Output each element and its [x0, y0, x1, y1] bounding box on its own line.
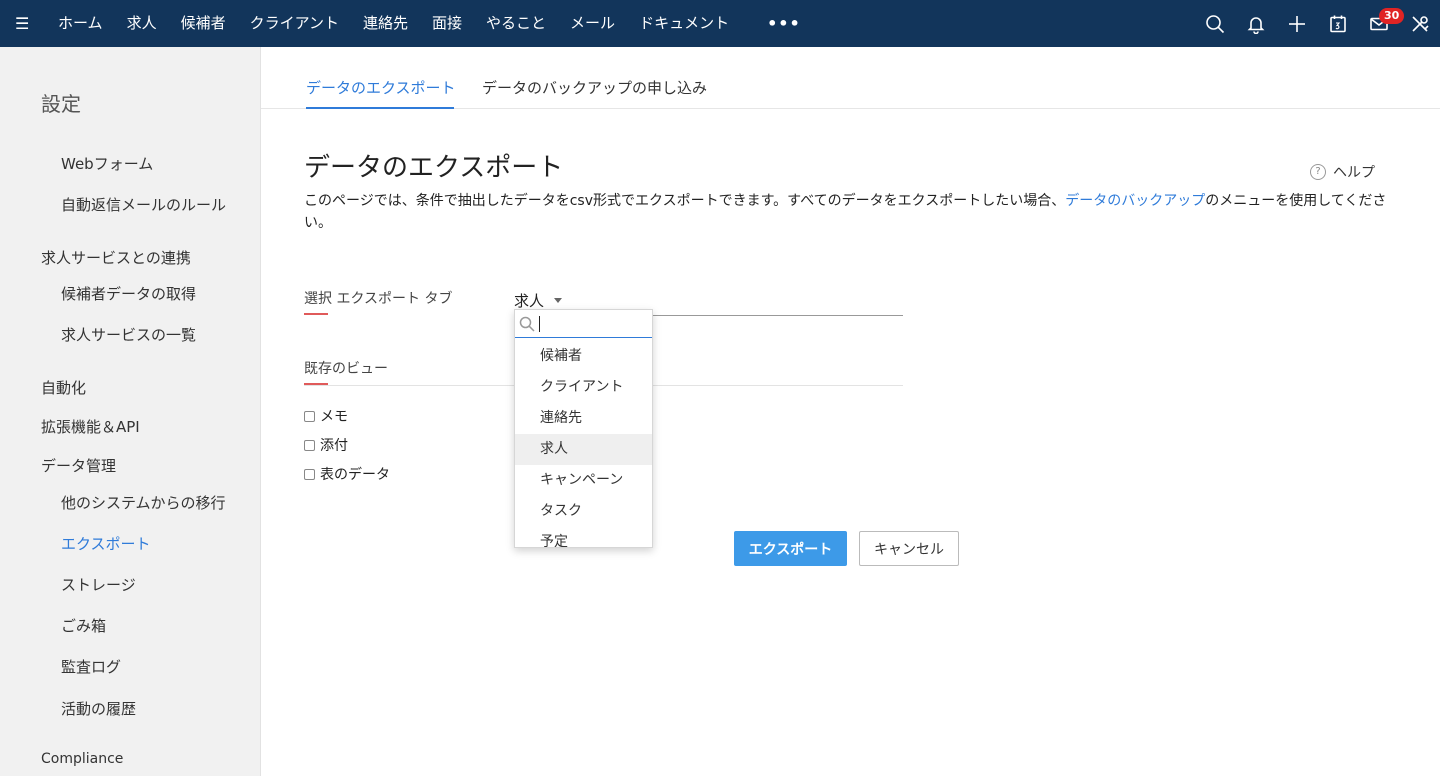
sidebar-item-audit-log[interactable]: 監査ログ — [61, 656, 121, 677]
settings-tools-icon[interactable] — [1399, 0, 1440, 47]
sidebar-section-extensions-api[interactable]: 拡張機能＆API — [41, 416, 140, 437]
checkbox-label: 添付 — [320, 438, 348, 454]
export-button[interactable]: エクスポート — [734, 531, 847, 566]
dropdown-search-input[interactable] — [544, 312, 644, 335]
help-icon: ? — [1310, 164, 1326, 180]
bell-icon[interactable] — [1235, 0, 1276, 47]
search-icon — [519, 316, 535, 332]
nav-item-contacts[interactable]: 連絡先 — [351, 0, 420, 47]
main-nav: ホーム 求人 候補者 クライアント 連絡先 面接 やること メール ドキュメント… — [46, 0, 817, 47]
page-description: このページでは、条件で抽出したデータをcsv形式でエクスポートできます。すべての… — [304, 190, 1414, 234]
checkbox-attachments[interactable]: 添付 — [304, 435, 348, 455]
search-icon[interactable] — [1194, 0, 1235, 47]
text-cursor — [539, 315, 540, 332]
checkbox-table-data[interactable]: 表のデータ — [304, 464, 390, 484]
plus-icon[interactable] — [1276, 0, 1317, 47]
dropdown-option-events[interactable]: 予定 — [515, 527, 652, 547]
page-tabs: データのエクスポート データのバックアップの申し込み — [261, 47, 1440, 109]
mail-icon[interactable]: 30 — [1358, 0, 1405, 47]
help-link[interactable]: ? ヘルプ — [1310, 162, 1375, 182]
checkbox-box[interactable] — [304, 468, 315, 480]
checkbox-label: メモ — [320, 409, 348, 425]
nav-item-mail[interactable]: メール — [558, 0, 627, 47]
sidebar-item-webform[interactable]: Webフォーム — [61, 153, 153, 174]
required-indicator — [304, 313, 328, 315]
dropdown-option-jobs[interactable]: 求人 — [515, 434, 652, 465]
tab-data-export[interactable]: データのエクスポート — [306, 77, 456, 98]
description-text-before: このページでは、条件で抽出したデータをcsv形式でエクスポートできます。すべての… — [304, 193, 1066, 209]
export-tab-selected-value: 求人 — [514, 292, 545, 310]
settings-sidebar: 設定 Webフォーム 自動返信メールのルール 求人サービスとの連携 候補者データ… — [0, 47, 261, 776]
sidebar-section-data-management[interactable]: データ管理 — [41, 455, 116, 476]
dropdown-option-contacts[interactable]: 連絡先 — [515, 403, 652, 434]
top-icons: 30 — [1194, 0, 1440, 47]
dropdown-option-candidates[interactable]: 候補者 — [515, 341, 652, 372]
sidebar-item-activity-history[interactable]: 活動の履歴 — [61, 698, 136, 719]
page-title: データのエクスポート — [304, 153, 564, 183]
nav-item-clients[interactable]: クライアント — [238, 0, 351, 47]
dropdown-option-tasks[interactable]: タスク — [515, 496, 652, 527]
dropdown-search — [515, 310, 652, 338]
sidebar-section-automation[interactable]: 自動化 — [41, 377, 86, 398]
sidebar-section-compliance[interactable]: Compliance — [41, 751, 123, 767]
export-tab-select[interactable]: 求人 — [514, 290, 563, 311]
sidebar-section-job-integration[interactable]: 求人サービスとの連携 — [41, 247, 191, 268]
caret-down-icon — [554, 298, 563, 303]
existing-view-label: 既存のビュー — [304, 361, 388, 377]
sidebar-title: 設定 — [41, 92, 81, 116]
dropdown-option-campaigns[interactable]: キャンペーン — [515, 465, 652, 496]
sidebar-item-candidate-import[interactable]: 候補者データの取得 — [61, 283, 196, 304]
sidebar-item-export[interactable]: エクスポート — [61, 533, 151, 554]
tab-backup-request[interactable]: データのバックアップの申し込み — [482, 77, 707, 98]
active-tab-indicator — [306, 107, 454, 109]
top-navigation-bar: ☰ ホーム 求人 候補者 クライアント 連絡先 面接 やること メール ドキュメ… — [0, 0, 1440, 47]
help-label: ヘルプ — [1333, 165, 1375, 181]
more-menu-icon[interactable]: ••• — [741, 14, 817, 33]
sidebar-item-migration[interactable]: 他のシステムからの移行 — [61, 492, 226, 513]
export-tab-dropdown: 候補者 クライアント 連絡先 求人 キャンペーン タスク 予定 — [514, 309, 653, 548]
checkbox-box[interactable] — [304, 410, 315, 422]
nav-item-home[interactable]: ホーム — [46, 0, 115, 47]
calendar-icon[interactable] — [1317, 0, 1358, 47]
nav-item-candidates[interactable]: 候補者 — [169, 0, 238, 47]
sidebar-item-auto-reply-rules[interactable]: 自動返信メールのルール — [61, 194, 226, 215]
export-tab-label: 選択 エクスポート タブ — [304, 291, 453, 307]
nav-item-documents[interactable]: ドキュメント — [627, 0, 741, 47]
nav-item-interviews[interactable]: 面接 — [420, 0, 474, 47]
sidebar-item-job-services[interactable]: 求人サービスの一覧 — [61, 324, 196, 345]
checkbox-memo[interactable]: メモ — [304, 406, 348, 426]
dropdown-option-clients[interactable]: クライアント — [515, 372, 652, 403]
menu-icon[interactable]: ☰ — [15, 15, 35, 32]
sidebar-item-trash[interactable]: ごみ箱 — [61, 615, 106, 636]
nav-item-todos[interactable]: やること — [474, 0, 558, 47]
cancel-button[interactable]: キャンセル — [859, 531, 959, 566]
nav-item-jobs[interactable]: 求人 — [115, 0, 169, 47]
sidebar-item-storage[interactable]: ストレージ — [61, 574, 136, 595]
backup-link[interactable]: データのバックアップ — [1065, 193, 1205, 209]
checkbox-label: 表のデータ — [320, 467, 390, 483]
checkbox-box[interactable] — [304, 439, 315, 451]
